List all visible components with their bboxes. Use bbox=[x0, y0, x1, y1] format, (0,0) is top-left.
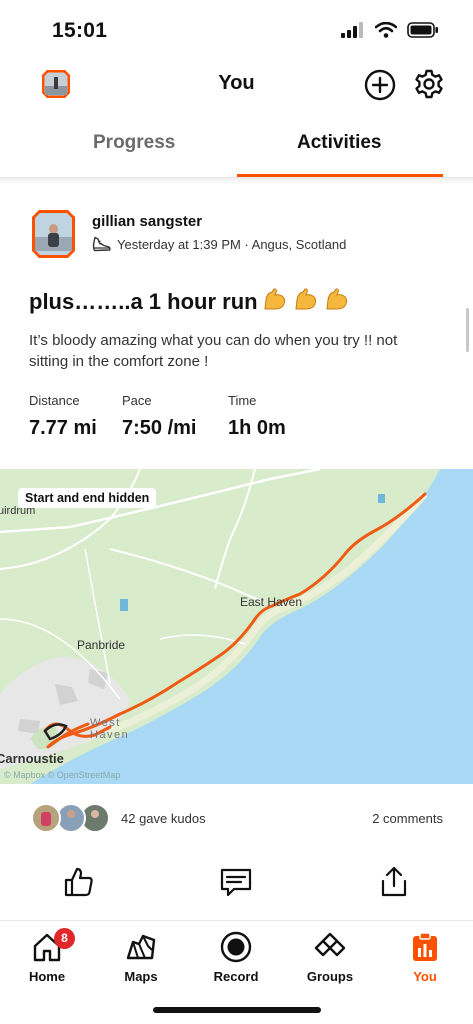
shoe-icon bbox=[92, 236, 111, 252]
activity-map[interactable]: Start and end hidden East Haven Panbride… bbox=[0, 469, 473, 784]
signal-icon bbox=[341, 22, 363, 38]
activity-title[interactable]: plus……..a 1 hour run bbox=[29, 287, 349, 317]
stat-label: Pace bbox=[122, 393, 152, 408]
top-bar: You bbox=[0, 60, 473, 110]
comment-icon[interactable] bbox=[219, 865, 253, 899]
biceps-icon bbox=[326, 288, 347, 310]
map-label-west-haven: West Haven bbox=[90, 717, 130, 741]
battery-icon bbox=[407, 22, 438, 38]
wifi-icon bbox=[375, 22, 397, 38]
athlete-avatar[interactable] bbox=[31, 209, 76, 259]
activity-actions bbox=[0, 865, 473, 899]
status-icons bbox=[341, 22, 439, 38]
groups-icon bbox=[314, 932, 346, 957]
record-icon bbox=[220, 931, 252, 963]
nav-home[interactable]: 8 Home bbox=[7, 928, 87, 984]
status-bar: 15:01 bbox=[0, 0, 473, 60]
home-indicator bbox=[153, 1007, 321, 1013]
stat-value: 7:50 /mi bbox=[122, 417, 197, 439]
stat-distance: Distance 7.77 mi bbox=[29, 393, 97, 440]
stat-label: Time bbox=[228, 393, 257, 408]
stat-value: 7.77 mi bbox=[29, 417, 97, 439]
biceps-icon bbox=[264, 288, 285, 310]
kudos-count[interactable]: 42 gave kudos bbox=[121, 811, 206, 826]
gear-icon[interactable] bbox=[413, 68, 445, 100]
tabs-divider bbox=[0, 178, 473, 184]
map-label-east-haven: East Haven bbox=[240, 595, 303, 609]
nav-label: Record bbox=[213, 969, 259, 984]
kudos-avatar bbox=[31, 803, 110, 833]
scroll-indicator bbox=[466, 308, 469, 352]
nav-label: Groups bbox=[306, 969, 354, 984]
activity-title-text: plus……..a 1 hour run bbox=[29, 289, 258, 314]
tab-progress[interactable]: Progress bbox=[93, 132, 175, 154]
map-label-uirdrum: uirdrum bbox=[0, 505, 36, 517]
kudos-thumbs-up-icon[interactable] bbox=[62, 865, 96, 899]
nav-label: Maps bbox=[124, 969, 158, 984]
athlete-name[interactable]: gillian sangster bbox=[92, 213, 202, 230]
status-time: 15:01 bbox=[52, 19, 108, 42]
share-icon[interactable] bbox=[377, 865, 411, 899]
map-credit: © Mapbox © OpenStreetMap bbox=[4, 770, 121, 780]
tab-bar: Progress Activities bbox=[0, 120, 473, 178]
nav-record[interactable]: Record bbox=[196, 929, 276, 984]
flexed-biceps-emojis bbox=[262, 287, 349, 317]
nav-you[interactable]: You bbox=[385, 929, 465, 984]
nav-groups[interactable]: Groups bbox=[290, 929, 370, 984]
activity-meta-text: Yesterday at 1:39 PM · Angus, Scotland bbox=[117, 237, 347, 252]
kudos-avatars[interactable] bbox=[31, 803, 111, 833]
you-icon bbox=[413, 932, 437, 961]
stat-pace: Pace 7:50 /mi bbox=[122, 393, 196, 440]
map-canvas bbox=[0, 469, 473, 784]
page-title: You bbox=[218, 72, 255, 94]
map-label-panbride: Panbride bbox=[77, 638, 126, 652]
notification-badge: 8 bbox=[54, 928, 75, 949]
tab-activities[interactable]: Activities bbox=[297, 132, 381, 154]
activity-description: It’s bloody amazing what you can do when… bbox=[29, 332, 398, 370]
activity-meta: Yesterday at 1:39 PM · Angus, Scotland bbox=[92, 236, 346, 253]
biceps-icon bbox=[295, 288, 316, 310]
active-tab-indicator bbox=[237, 174, 443, 177]
comments-count[interactable]: 2 comments bbox=[372, 811, 443, 826]
stat-label: Distance bbox=[29, 393, 80, 408]
nav-label: Home bbox=[28, 969, 66, 984]
stat-value: 1h 0m bbox=[228, 417, 286, 439]
map-icon bbox=[126, 934, 156, 960]
nav-maps[interactable]: Maps bbox=[101, 929, 181, 984]
add-icon[interactable] bbox=[364, 69, 396, 101]
map-label-carnoustie: Carnoustie bbox=[0, 751, 64, 766]
start-end-hidden-badge: Start and end hidden bbox=[18, 488, 157, 508]
stat-time: Time 1h 0m bbox=[228, 393, 286, 440]
nav-label: You bbox=[413, 969, 437, 984]
